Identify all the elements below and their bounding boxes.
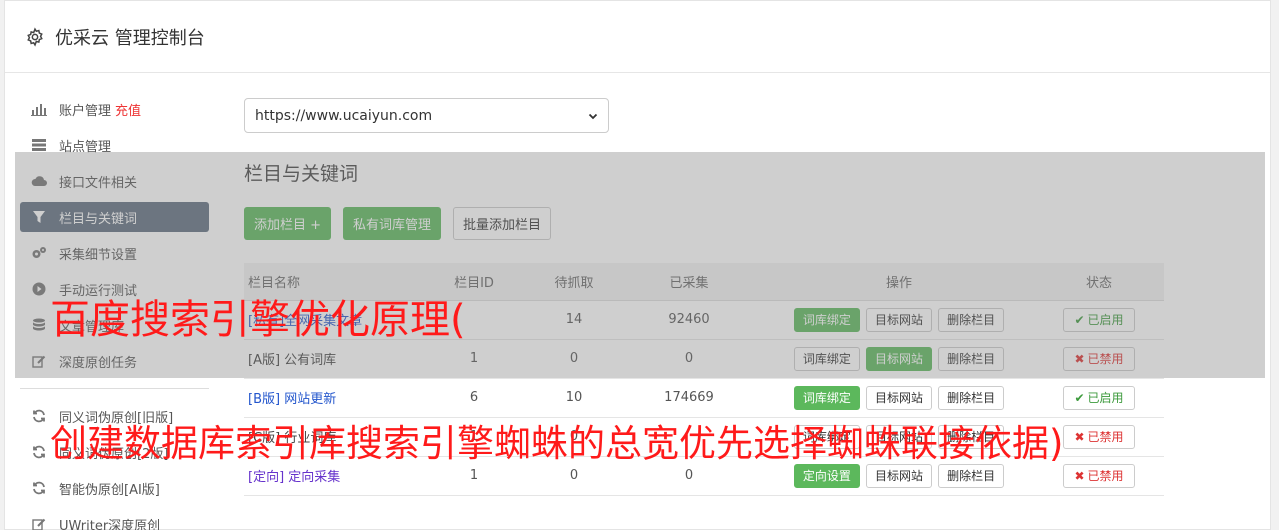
target-site-button[interactable]: 目标网站	[865, 463, 932, 488]
sidebar-item-ai-original[interactable]: 智能伪原创[AI版]	[20, 473, 209, 503]
overlay-headline-1: 百度搜索引擎优化原理(	[50, 297, 466, 343]
status-label: 已禁用	[1087, 430, 1124, 444]
refresh-icon	[31, 480, 47, 496]
targeted-settings-button[interactable]: 定向设置	[793, 463, 860, 488]
check-icon: ✔	[1074, 390, 1085, 405]
column-name-link[interactable]: [定向] 定向采集	[248, 470, 340, 485]
sidebar-item-label: 智能伪原创[AI版]	[59, 482, 160, 498]
site-select-value: https://www.ucaiyun.com	[255, 107, 433, 124]
sidebar-item-label: UWriter深度原创	[59, 518, 161, 530]
bar-chart-icon	[31, 101, 47, 117]
sidebar-divider	[20, 388, 209, 389]
delete-column-button[interactable]: 删除栏目	[938, 385, 1005, 410]
target-site-button[interactable]: 目标网站	[865, 385, 932, 410]
page-title: 优采云 管理控制台	[55, 27, 205, 49]
table-row: [B版] 网站更新 6 10 174669 词库绑定 目标网站 删除栏目 ✔ 已启…	[244, 378, 1164, 418]
edit-icon	[31, 516, 47, 530]
status-label: 已启用	[1087, 391, 1124, 405]
collected-count: 174669	[614, 378, 764, 418]
server-icon	[31, 137, 47, 153]
sidebar-item-uwriter[interactable]: UWriter深度原创	[20, 509, 209, 530]
column-name-link[interactable]: [B版] 网站更新	[248, 392, 336, 407]
recharge-link[interactable]: 充值	[115, 100, 141, 119]
close-icon: ✖	[1074, 429, 1085, 444]
status-toggle[interactable]: ✖ 已禁用	[1063, 463, 1135, 488]
status-toggle[interactable]: ✔ 已启用	[1063, 385, 1135, 410]
refresh-icon	[31, 408, 47, 424]
gear-icon	[27, 26, 43, 47]
chevron-down-icon	[588, 113, 598, 119]
status-toggle[interactable]: ✖ 已禁用	[1063, 424, 1135, 449]
pending-count[interactable]: 10	[534, 378, 614, 418]
bind-lexicon-button[interactable]: 词库绑定	[793, 385, 860, 410]
overlay-headline-2: 创建数据库索引库搜索引擎蜘蛛的总宽优先选择蜘蛛联接依据)	[50, 422, 1064, 465]
sidebar-item-label: 账户管理	[59, 103, 112, 119]
sidebar-item-account[interactable]: 账户管理 充值	[20, 94, 209, 124]
refresh-icon	[31, 444, 47, 460]
column-id: 6	[414, 378, 534, 418]
console-header: 优采云 管理控制台	[5, 1, 1270, 73]
close-icon: ✖	[1074, 468, 1085, 483]
status-label: 已禁用	[1087, 469, 1124, 483]
site-select[interactable]: https://www.ucaiyun.com	[244, 98, 609, 133]
delete-column-button[interactable]: 删除栏目	[938, 463, 1005, 488]
